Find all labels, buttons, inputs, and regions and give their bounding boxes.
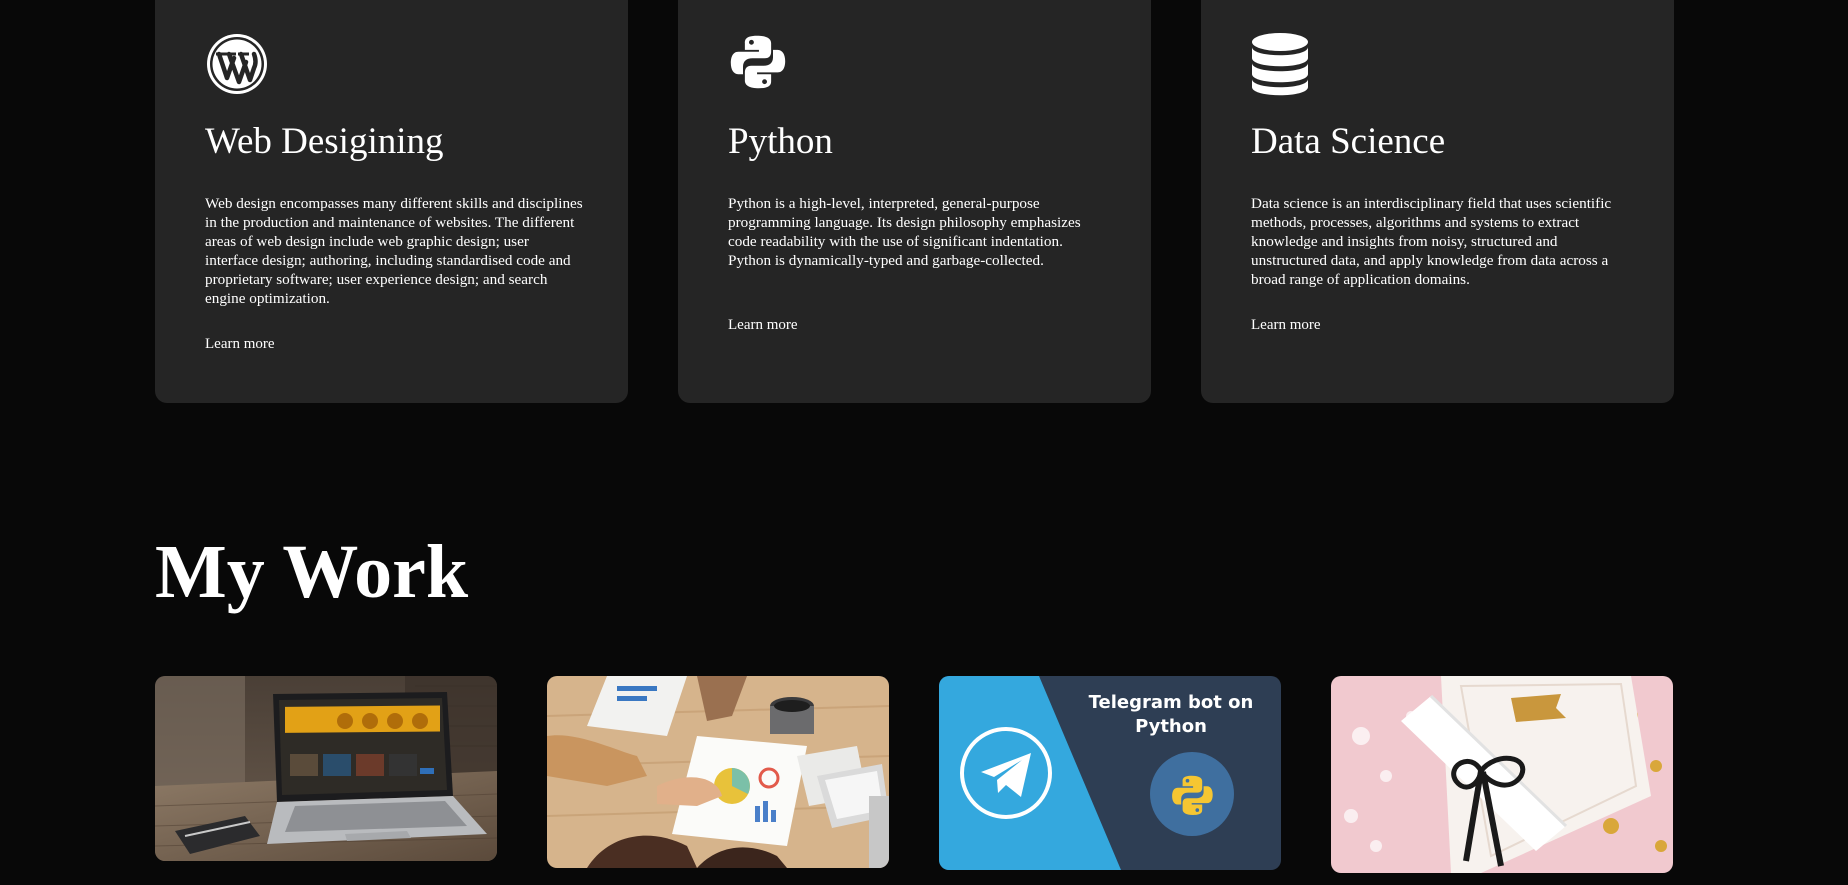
service-title: Data Science [1251,121,1446,162]
service-card-data-science: Data Science Data science is an interdis… [1201,0,1674,403]
telegram-caption-line-1: Telegram bot on [1089,692,1254,713]
project-thumbnail-telegram-bot[interactable]: Telegram bot on Python [939,676,1281,870]
my-work-heading: My Work [155,530,469,614]
service-title: Python [728,121,833,162]
telegram-caption-line-2: Python [1135,716,1207,737]
project-thumbnail-meeting[interactable] [547,676,889,868]
services-section: Web Desigining Web design encompasses ma… [155,0,1674,403]
project-thumbnail-certificate[interactable] [1331,676,1673,873]
service-card-python: Python Python is a high-level, interpret… [678,0,1151,403]
service-description: Python is a high-level, interpreted, gen… [728,195,1081,269]
service-title: Web Desigining [205,121,444,162]
wordpress-icon [205,32,269,96]
service-card-web-design: Web Desigining Web design encompasses ma… [155,0,628,403]
page: Web Desigining Web design encompasses ma… [0,0,1848,885]
project-thumbnail-laptop[interactable] [155,676,497,861]
python-icon [728,32,792,96]
learn-more-link[interactable]: Learn more [1251,316,1321,335]
database-icon [1251,32,1315,96]
service-description: Data science is an interdisciplinary fie… [1251,195,1612,288]
learn-more-link[interactable]: Learn more [205,335,275,354]
service-description: Web design encompasses many different sk… [205,195,583,307]
learn-more-link[interactable]: Learn more [728,316,798,335]
